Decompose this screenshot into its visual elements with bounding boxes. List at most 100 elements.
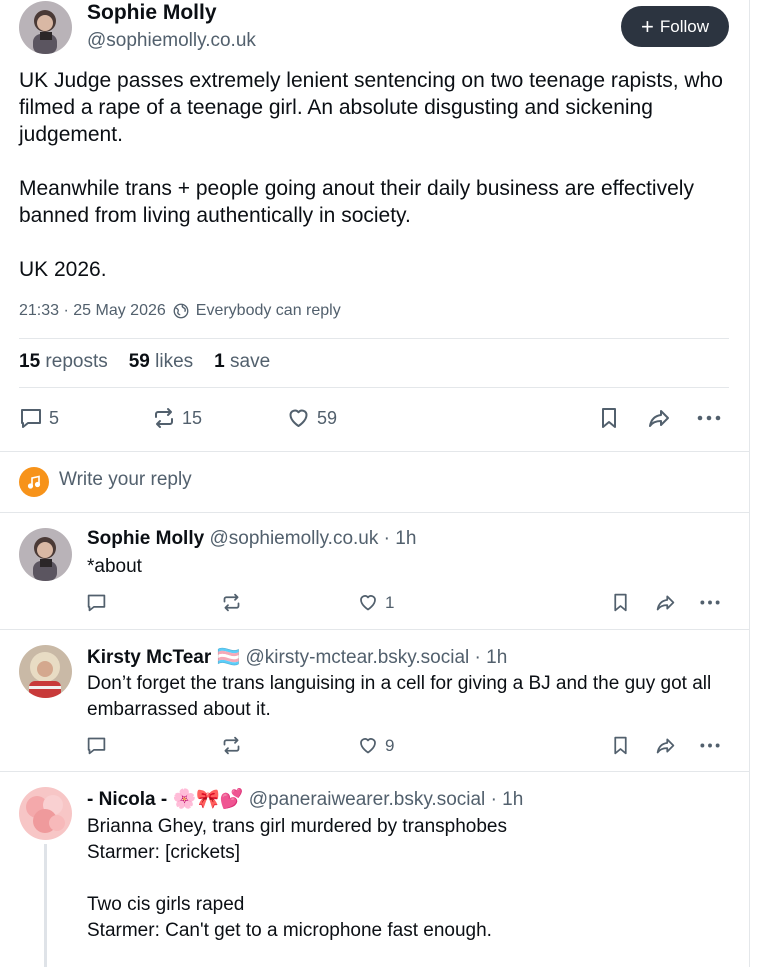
comment-icon bbox=[21, 409, 41, 428]
reply-time[interactable]: · 1h bbox=[384, 528, 417, 549]
reply-button[interactable] bbox=[86, 592, 107, 613]
divider bbox=[19, 387, 729, 388]
main-action-bar: 5 15 59 bbox=[0, 398, 749, 438]
reply-author-handle[interactable]: @paneraiwearer.bsky.social bbox=[249, 789, 486, 810]
repost-icon bbox=[223, 736, 240, 755]
post-paragraph: UK Judge passes extremely lenient senten… bbox=[19, 69, 723, 146]
reply-action-bar: 9 bbox=[0, 732, 749, 772]
reply-input[interactable]: Write your reply bbox=[59, 469, 192, 491]
reply-line bbox=[87, 866, 732, 892]
like-button[interactable]: 1 bbox=[357, 592, 394, 613]
reply-time[interactable]: · 1h bbox=[475, 647, 508, 668]
column-border bbox=[749, 0, 750, 967]
reply-line: Starmer: Can't get to a microphone fast … bbox=[87, 920, 492, 941]
author-handle[interactable]: @sophiemolly.co.uk bbox=[87, 30, 256, 52]
bookmark-icon bbox=[602, 408, 616, 428]
like-count: 1 bbox=[385, 592, 395, 612]
reply-author-handle[interactable]: @sophiemolly.co.uk bbox=[209, 528, 378, 549]
bookmark-icon bbox=[614, 593, 627, 612]
follow-label: Follow bbox=[659, 16, 709, 36]
reply-post[interactable]: Kirsty McTear 🏳️‍⚧️ @kirsty-mctear.bsky.… bbox=[0, 630, 749, 771]
music-note-icon bbox=[27, 475, 41, 489]
likes-stat[interactable]: 59 likes bbox=[129, 351, 193, 373]
reply-text: Don’t forget the trans languising in a c… bbox=[87, 671, 732, 723]
saves-stat[interactable]: 1 save bbox=[214, 351, 270, 373]
reply-header: Sophie Molly @sophiemolly.co.uk · 1h bbox=[87, 528, 416, 550]
heart-icon bbox=[360, 595, 376, 611]
reply-line: Starmer: [crickets] bbox=[87, 842, 241, 863]
more-options-button[interactable] bbox=[699, 735, 721, 756]
post-timestamp[interactable]: 21:33 · 25 May 2026 bbox=[19, 302, 166, 320]
reply-author-name[interactable]: Sophie Molly bbox=[87, 528, 204, 549]
comment-icon bbox=[87, 737, 106, 755]
heart-icon bbox=[289, 409, 308, 427]
more-options-button[interactable] bbox=[699, 592, 721, 613]
follow-button[interactable]: + Follow bbox=[621, 6, 729, 47]
more-icon bbox=[697, 415, 721, 421]
reply-time[interactable]: · 1h bbox=[491, 789, 524, 810]
reply-text: *about bbox=[87, 554, 732, 580]
plus-icon: + bbox=[641, 13, 654, 39]
share-button[interactable] bbox=[654, 735, 677, 756]
like-button[interactable]: 9 bbox=[357, 735, 394, 756]
share-icon bbox=[656, 738, 675, 754]
like-count: 9 bbox=[385, 735, 395, 755]
repost-button[interactable]: 15 bbox=[152, 406, 202, 430]
post-stats: 15 reposts 59 likes 1 save bbox=[19, 351, 270, 373]
more-options-button[interactable] bbox=[696, 406, 722, 430]
bookmark-button[interactable] bbox=[610, 735, 631, 756]
reply-author-name[interactable]: - Nicola - bbox=[87, 789, 167, 810]
reply-line: Two cis girls raped bbox=[87, 894, 245, 915]
post-paragraph: Meanwhile trans + people going anout the… bbox=[19, 177, 694, 227]
divider bbox=[19, 338, 729, 339]
share-button[interactable] bbox=[654, 592, 677, 613]
like-button[interactable]: 59 bbox=[286, 406, 337, 430]
bookmark-button[interactable] bbox=[597, 406, 621, 430]
reply-setting[interactable]: Everybody can reply bbox=[196, 302, 341, 320]
avatar[interactable] bbox=[19, 528, 72, 581]
emoji-badges: 🌸🎀💕 bbox=[172, 789, 244, 810]
share-icon bbox=[649, 410, 669, 427]
post-meta: 21:33 · 25 May 2026 Everybody can reply bbox=[19, 302, 341, 320]
share-button[interactable] bbox=[646, 406, 672, 430]
globe-icon bbox=[173, 303, 189, 319]
reply-count: 5 bbox=[49, 407, 60, 428]
reply-author-name[interactable]: Kirsty McTear bbox=[87, 647, 211, 668]
author-avatar[interactable] bbox=[19, 1, 72, 54]
more-icon bbox=[700, 743, 720, 748]
repost-count: 15 bbox=[182, 407, 203, 428]
reply-header: Kirsty McTear 🏳️‍⚧️ @kirsty-mctear.bsky.… bbox=[87, 645, 507, 669]
repost-icon bbox=[223, 593, 240, 612]
repost-button[interactable] bbox=[221, 592, 242, 613]
reply-line: Don’t forget the trans languising in a c… bbox=[87, 673, 712, 720]
trans-flag-badge: 🏳️‍⚧️ bbox=[216, 647, 241, 668]
heart-icon bbox=[360, 738, 376, 754]
thread-line bbox=[44, 844, 47, 967]
reply-button[interactable] bbox=[86, 735, 107, 756]
reply-button[interactable]: 5 bbox=[19, 406, 59, 430]
reposts-stat[interactable]: 15 reposts bbox=[19, 351, 108, 373]
post-paragraph: UK 2026. bbox=[19, 258, 107, 281]
comment-icon bbox=[87, 594, 106, 612]
like-count: 59 bbox=[317, 407, 338, 428]
post-text: UK Judge passes extremely lenient senten… bbox=[19, 67, 734, 283]
user-avatar bbox=[19, 467, 49, 497]
bookmark-icon bbox=[614, 736, 627, 755]
reply-header: - Nicola - 🌸🎀💕 @paneraiwearer.bsky.socia… bbox=[87, 787, 523, 811]
share-icon bbox=[656, 595, 675, 611]
repost-button[interactable] bbox=[221, 735, 242, 756]
repost-icon bbox=[155, 408, 173, 428]
reply-line: Brianna Ghey, trans girl murdered by tra… bbox=[87, 816, 507, 837]
reply-composer[interactable]: Write your reply bbox=[0, 452, 749, 513]
reply-line: *about bbox=[87, 556, 142, 577]
reply-post[interactable]: - Nicola - 🌸🎀💕 @paneraiwearer.bsky.socia… bbox=[0, 772, 749, 967]
reply-action-bar: 1 bbox=[0, 589, 749, 629]
author-name[interactable]: Sophie Molly bbox=[87, 1, 217, 25]
avatar[interactable] bbox=[19, 787, 72, 840]
more-icon bbox=[700, 600, 720, 605]
bookmark-button[interactable] bbox=[610, 592, 631, 613]
reply-post[interactable]: Sophie Molly @sophiemolly.co.uk · 1h *ab… bbox=[0, 513, 749, 629]
reply-author-handle[interactable]: @kirsty-mctear.bsky.social bbox=[246, 647, 470, 668]
avatar[interactable] bbox=[19, 645, 72, 698]
reply-text: Brianna Ghey, trans girl murdered by tra… bbox=[87, 814, 732, 944]
